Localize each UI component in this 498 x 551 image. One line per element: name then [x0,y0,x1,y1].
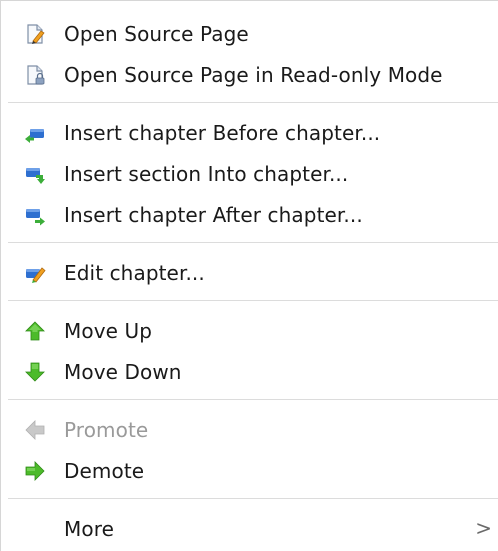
menu-item-edit-chapter[interactable]: Edit chapter... [1,252,498,292]
arrow-down-icon [24,361,46,383]
menu-item-label: Open Source Page in Read-only Mode [64,63,443,87]
chevron-right-icon: > [475,516,492,540]
menu-item-demote[interactable]: Demote [1,450,498,490]
page-readonly-icon [24,64,46,86]
menu-item-label: Promote [64,418,149,442]
menu-item-insert-chapter-after[interactable]: Insert chapter After chapter... [1,194,498,234]
page-edit-icon [24,23,46,45]
menu-item-insert-section-into[interactable]: Insert section Into chapter... [1,153,498,193]
menu-item-more[interactable]: More > [1,508,498,548]
menu-item-label: Move Up [64,319,153,343]
arrow-left-icon [24,419,46,441]
menu-separator [8,300,498,301]
menu-item-label: Insert chapter After chapter... [64,203,363,227]
insert-after-icon [24,204,46,226]
menu-item-label: Move Down [64,360,182,384]
menu-item-label: More [64,517,114,541]
menu-item-open-source-page-readonly[interactable]: Open Source Page in Read-only Mode [1,54,498,94]
menu-item-open-source-page[interactable]: Open Source Page [1,13,498,53]
menu-separator [8,399,498,400]
menu-item-label: Demote [64,459,145,483]
menu-item-move-up[interactable]: Move Up [1,310,498,350]
menu-separator [8,242,498,243]
menu-item-promote: Promote [1,409,498,449]
insert-before-icon [24,122,46,144]
menu-item-insert-chapter-before[interactable]: Insert chapter Before chapter... [1,112,498,152]
arrow-up-icon [24,320,46,342]
menu-item-label: Open Source Page [64,22,249,46]
menu-item-move-down[interactable]: Move Down [1,351,498,391]
insert-into-icon [24,163,46,185]
menu-item-label: Edit chapter... [64,261,205,285]
context-menu: Open Source Page Open Source Page in Rea… [0,0,498,551]
edit-icon [24,262,46,284]
menu-item-label: Insert section Into chapter... [64,162,349,186]
menu-separator [8,498,498,499]
menu-item-label: Insert chapter Before chapter... [64,121,381,145]
arrow-right-icon [24,460,46,482]
menu-separator [8,102,498,103]
